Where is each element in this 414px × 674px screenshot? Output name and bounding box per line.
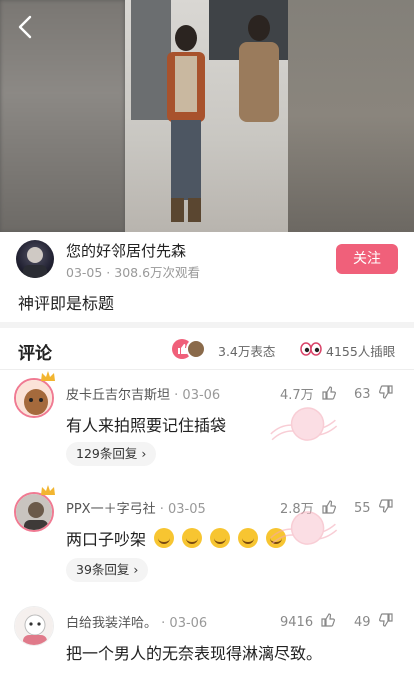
video-player[interactable]	[0, 0, 414, 232]
comment-meta: PPX一＋字弓社 · 03-05	[66, 498, 206, 517]
like-count: 9416	[280, 615, 314, 630]
dislike-control[interactable]: 63	[354, 384, 394, 402]
commenter-avatar[interactable]	[14, 378, 54, 418]
commenter-name[interactable]: PPX一＋字弓社	[66, 502, 156, 517]
god-comment-stamp-icon	[270, 511, 338, 545]
header-divider	[0, 369, 414, 370]
author-name[interactable]: 您的好邻居付先森	[66, 240, 186, 261]
comment-meta: 白给我装洋哈。 · 03-06	[66, 612, 207, 631]
commenter-avatar[interactable]	[14, 492, 54, 532]
follow-button[interactable]: 关注	[336, 244, 398, 274]
thinking-emoji-icon	[154, 528, 175, 548]
comment-date: 03-06	[182, 388, 221, 403]
comment-text-content: 两口子吵架	[66, 530, 147, 549]
commenter-avatar[interactable]	[14, 606, 54, 646]
commenter-name[interactable]: 皮卡丘吉尔吉斯坦	[66, 388, 170, 403]
comment-item: 皮卡丘吉尔吉斯坦 · 03-06 4.7万 63 有人来拍照要记住插袋 129条…	[0, 371, 414, 472]
view-replies-button[interactable]: 129条回复 ›	[66, 442, 157, 466]
comments-header: 评论 3.4万表态 4155人插眼	[0, 328, 414, 370]
laughing-emoji-icon	[210, 528, 231, 548]
thumbs-down-icon	[378, 613, 393, 627]
comment-date: 03-06	[169, 616, 208, 631]
laughing-emoji-icon	[238, 528, 259, 548]
comment-text: 把一个男人的无奈表现得淋漓尽致。	[66, 644, 323, 663]
post-meta: 03-05 · 308.6万次观看	[66, 265, 201, 280]
crown-icon	[41, 485, 55, 495]
emoji-reaction-icon	[186, 339, 206, 359]
author-row: 您的好邻居付先森 03-05 · 308.6万次观看 关注	[14, 236, 404, 284]
commenter-name[interactable]: 白给我装洋哈。	[66, 616, 157, 631]
comment-date: 03-05	[168, 502, 206, 517]
reaction-icons[interactable]	[172, 339, 212, 359]
god-comment-stamp-icon	[270, 407, 338, 441]
comment-item: 白给我装洋哈。 · 03-06 9416 49 把一个男人的无奈表现得淋漓尽致。	[0, 600, 414, 674]
video-frame	[125, 0, 288, 232]
video-person-left	[167, 25, 205, 222]
thumbs-down-icon	[378, 499, 393, 513]
video-person-right	[239, 15, 279, 122]
dislike-count: 63	[354, 387, 371, 402]
dislike-count: 49	[354, 615, 371, 630]
reactions-count: 3.4万表态	[218, 344, 276, 359]
thumbs-up-icon	[321, 613, 336, 627]
dislike-control[interactable]: 49	[354, 612, 394, 630]
dislike-count: 55	[354, 501, 371, 516]
dislike-control[interactable]: 55	[354, 498, 394, 516]
thumbs-down-icon	[378, 385, 393, 399]
author-avatar[interactable]	[16, 240, 54, 278]
video-blur-right	[288, 0, 414, 232]
post-title: 神评即是标题	[18, 294, 115, 313]
inserts-count: 4155人插眼	[326, 344, 396, 359]
separator: ·	[159, 502, 168, 517]
comment-meta: 皮卡丘吉尔吉斯坦 · 03-06	[66, 384, 220, 403]
comments-title: 评论	[18, 344, 52, 364]
eyes-icon[interactable]	[300, 341, 322, 357]
crown-icon	[41, 371, 55, 381]
like-control[interactable]: 9416	[280, 612, 336, 630]
comment-text: 有人来拍照要记住插袋	[66, 416, 227, 435]
comment-item: PPX一＋字弓社 · 03-05 2.8万 55 两口子吵架 39条回复 ›	[0, 485, 414, 586]
thinking-emoji-icon	[182, 528, 203, 548]
back-arrow-icon[interactable]	[14, 12, 38, 42]
comment-text: 两口子吵架	[66, 526, 287, 550]
view-replies-button[interactable]: 39条回复 ›	[66, 558, 149, 582]
